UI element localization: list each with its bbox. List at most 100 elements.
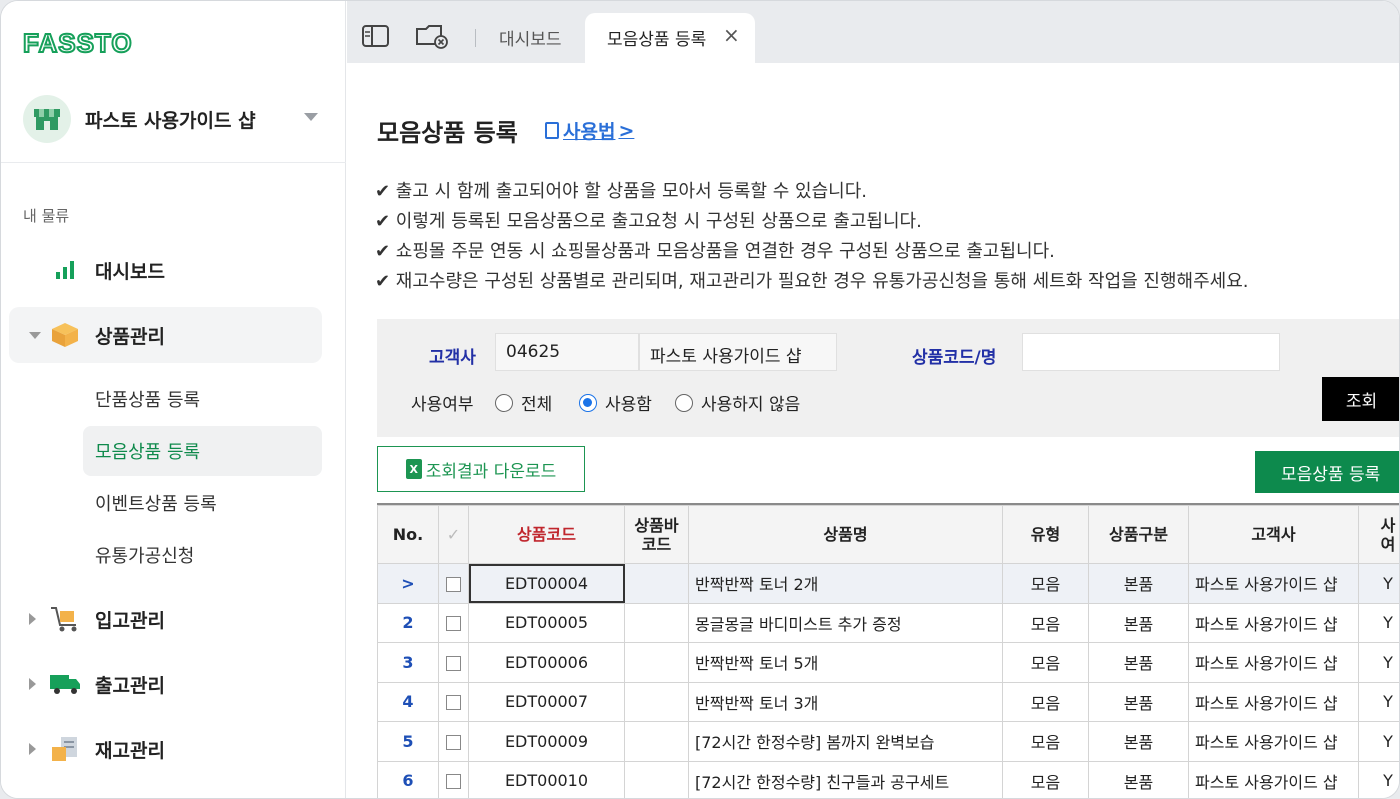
cell-code[interactable]: EDT00009 — [468, 721, 625, 762]
column-header-customer[interactable]: 고객사 — [1188, 505, 1359, 564]
cell-name[interactable]: 몽글몽글 바디미스트 추가 증정 — [688, 602, 1003, 643]
column-header-type[interactable]: 유형 — [1002, 505, 1089, 564]
row-number: 2 — [377, 602, 439, 643]
cell-code[interactable]: EDT00004 — [468, 563, 625, 604]
radio-label: 전체 — [521, 395, 553, 415]
cell-barcode[interactable] — [624, 602, 689, 643]
row-checkbox[interactable] — [438, 721, 469, 762]
cell-customer[interactable]: 파스토 사용가이드 샵 — [1188, 681, 1359, 722]
cell-barcode[interactable] — [624, 563, 689, 604]
sidebar-item-inbound[interactable]: 입고관리 — [9, 591, 322, 647]
table-row[interactable]: > EDT00004 반짝반짝 토너 2개 모음 본품 파스토 사용가이드 샵 … — [377, 563, 1399, 604]
cell-code[interactable]: EDT00005 — [468, 602, 625, 643]
table-row[interactable]: 6 EDT00010 [72시간 한정수량] 친구들과 공구세트 모음 본품 파… — [377, 760, 1399, 798]
cell-type[interactable]: 모음 — [1002, 721, 1089, 762]
tab-bundle-product[interactable]: 모음상품 등록 × — [585, 13, 755, 63]
sidebar-subitem-processing-request[interactable]: 유통가공신청 — [83, 530, 322, 580]
cell-use[interactable]: Y — [1358, 563, 1399, 604]
cell-barcode[interactable] — [624, 642, 689, 683]
cell-name[interactable]: 반짝반짝 토너 3개 — [688, 681, 1003, 722]
store-selector[interactable]: 파스토 사용가이드 샵 — [23, 95, 328, 143]
cell-customer[interactable]: 파스토 사용가이드 샵 — [1188, 642, 1359, 683]
cell-category[interactable]: 본품 — [1088, 681, 1189, 722]
cell-customer[interactable]: 파스토 사용가이드 샵 — [1188, 602, 1359, 643]
column-header-code[interactable]: 상품코드 — [468, 505, 625, 564]
cell-use[interactable]: Y — [1358, 681, 1399, 722]
cell-code[interactable]: EDT00010 — [468, 760, 625, 798]
row-checkbox[interactable] — [438, 760, 469, 798]
table-header-row: No. ✓ 상품코드 상품바 코드 상품명 유형 상품구분 고객사 사여 — [377, 505, 1399, 564]
cell-use[interactable]: Y — [1358, 760, 1399, 798]
sidebar-item-label: 출고관리 — [95, 674, 165, 697]
cell-use[interactable]: Y — [1358, 642, 1399, 683]
cell-type[interactable]: 모음 — [1002, 760, 1089, 798]
cell-customer[interactable]: 파스토 사용가이드 샵 — [1188, 721, 1359, 762]
row-checkbox[interactable] — [438, 563, 469, 604]
radio-label: 사용하지 않음 — [701, 395, 801, 415]
cell-category[interactable]: 본품 — [1088, 563, 1189, 604]
cell-category[interactable]: 본품 — [1088, 721, 1189, 762]
cell-code[interactable]: EDT00006 — [468, 642, 625, 683]
truck-icon — [49, 668, 81, 700]
column-header-use[interactable]: 사여 — [1358, 505, 1399, 564]
cell-name[interactable]: [72시간 한정수량] 친구들과 공구세트 — [688, 760, 1003, 798]
table-row[interactable]: 3 EDT00006 반짝반짝 토너 5개 모음 본품 파스토 사용가이드 샵 … — [377, 642, 1399, 683]
column-header-category[interactable]: 상품구분 — [1088, 505, 1189, 564]
cell-use[interactable]: Y — [1358, 602, 1399, 643]
register-bundle-button[interactable]: 모음상품 등록 — [1255, 451, 1399, 493]
column-header-check[interactable]: ✓ — [438, 505, 469, 564]
sidebar: FASSTO 파스토 사용가이드 샵 내 물류 대시보드 상품관리 단품상품 등… — [1, 1, 346, 798]
cell-type[interactable]: 모음 — [1002, 681, 1089, 722]
cell-name[interactable]: 반짝반짝 토너 5개 — [688, 642, 1003, 683]
column-header-no[interactable]: No. — [377, 505, 439, 564]
table-row[interactable]: 5 EDT00009 [72시간 한정수량] 봄까지 완벽보습 모음 본품 파스… — [377, 721, 1399, 762]
chevron-down-icon[interactable] — [304, 113, 318, 121]
column-header-name[interactable]: 상품명 — [688, 505, 1003, 564]
howto-link[interactable]: 사용법 > — [545, 117, 634, 144]
cell-category[interactable]: 본품 — [1088, 642, 1189, 683]
cell-use[interactable]: Y — [1358, 721, 1399, 762]
search-button[interactable]: 조회 — [1322, 377, 1399, 421]
row-checkbox[interactable] — [438, 602, 469, 643]
column-header-barcode[interactable]: 상품바 코드 — [624, 505, 689, 564]
sidebar-subitem-single-product[interactable]: 단품상품 등록 — [83, 374, 322, 424]
sidebar-toggle-icon[interactable] — [361, 23, 391, 49]
radio-all[interactable]: 전체 — [495, 390, 552, 415]
close-all-tabs-icon[interactable] — [415, 23, 451, 49]
cell-name[interactable]: [72시간 한정수량] 봄까지 완벽보습 — [688, 721, 1003, 762]
sidebar-subitem-bundle-product[interactable]: 모음상품 등록 — [83, 426, 322, 476]
cell-barcode[interactable] — [624, 721, 689, 762]
cell-category[interactable]: 본품 — [1088, 602, 1189, 643]
product-code-input[interactable] — [1022, 333, 1280, 371]
close-icon[interactable]: × — [723, 23, 740, 47]
sidebar-subitem-event-product[interactable]: 이벤트상품 등록 — [83, 478, 322, 528]
cell-barcode[interactable] — [624, 760, 689, 798]
cell-name[interactable]: 반짝반짝 토너 2개 — [688, 563, 1003, 604]
table-row[interactable]: 4 EDT00007 반짝반짝 토너 3개 모음 본품 파스토 사용가이드 샵 … — [377, 681, 1399, 722]
cell-type[interactable]: 모음 — [1002, 642, 1089, 683]
app-window: FASSTO 파스토 사용가이드 샵 내 물류 대시보드 상품관리 단품상품 등… — [0, 0, 1400, 799]
cell-customer[interactable]: 파스토 사용가이드 샵 — [1188, 563, 1359, 604]
cell-type[interactable]: 모음 — [1002, 563, 1089, 604]
tab-dashboard[interactable]: 대시보드 — [499, 25, 562, 50]
cell-type[interactable]: 모음 — [1002, 602, 1089, 643]
divider — [1, 162, 346, 163]
radio-unused[interactable]: 사용하지 않음 — [675, 390, 800, 415]
cell-customer[interactable]: 파스토 사용가이드 샵 — [1188, 760, 1359, 798]
cell-category[interactable]: 본품 — [1088, 760, 1189, 798]
sidebar-item-outbound[interactable]: 출고관리 — [9, 656, 322, 712]
cell-code[interactable]: EDT00007 — [468, 681, 625, 722]
table-row[interactable]: 2 EDT00005 몽글몽글 바디미스트 추가 증정 모음 본품 파스토 사용… — [377, 602, 1399, 643]
sidebar-item-dashboard[interactable]: 대시보드 — [9, 242, 322, 298]
notice-item: ✔ 쇼핑몰 주문 연동 시 쇼핑몰상품과 모음상품을 연결한 경우 구성된 상품… — [375, 241, 1055, 262]
sidebar-item-inventory[interactable]: 재고관리 — [9, 721, 322, 777]
sidebar-item-products[interactable]: 상품관리 — [9, 307, 322, 363]
radio-used[interactable]: 사용함 — [579, 390, 652, 415]
row-checkbox[interactable] — [438, 642, 469, 683]
cell-barcode[interactable] — [624, 681, 689, 722]
excel-icon: X — [405, 459, 422, 479]
row-checkbox[interactable] — [438, 681, 469, 722]
fassto-logo[interactable]: FASSTO — [23, 29, 163, 59]
download-results-button[interactable]: X 조회결과 다운로드 — [377, 446, 585, 492]
chevron-right-icon — [29, 678, 36, 690]
